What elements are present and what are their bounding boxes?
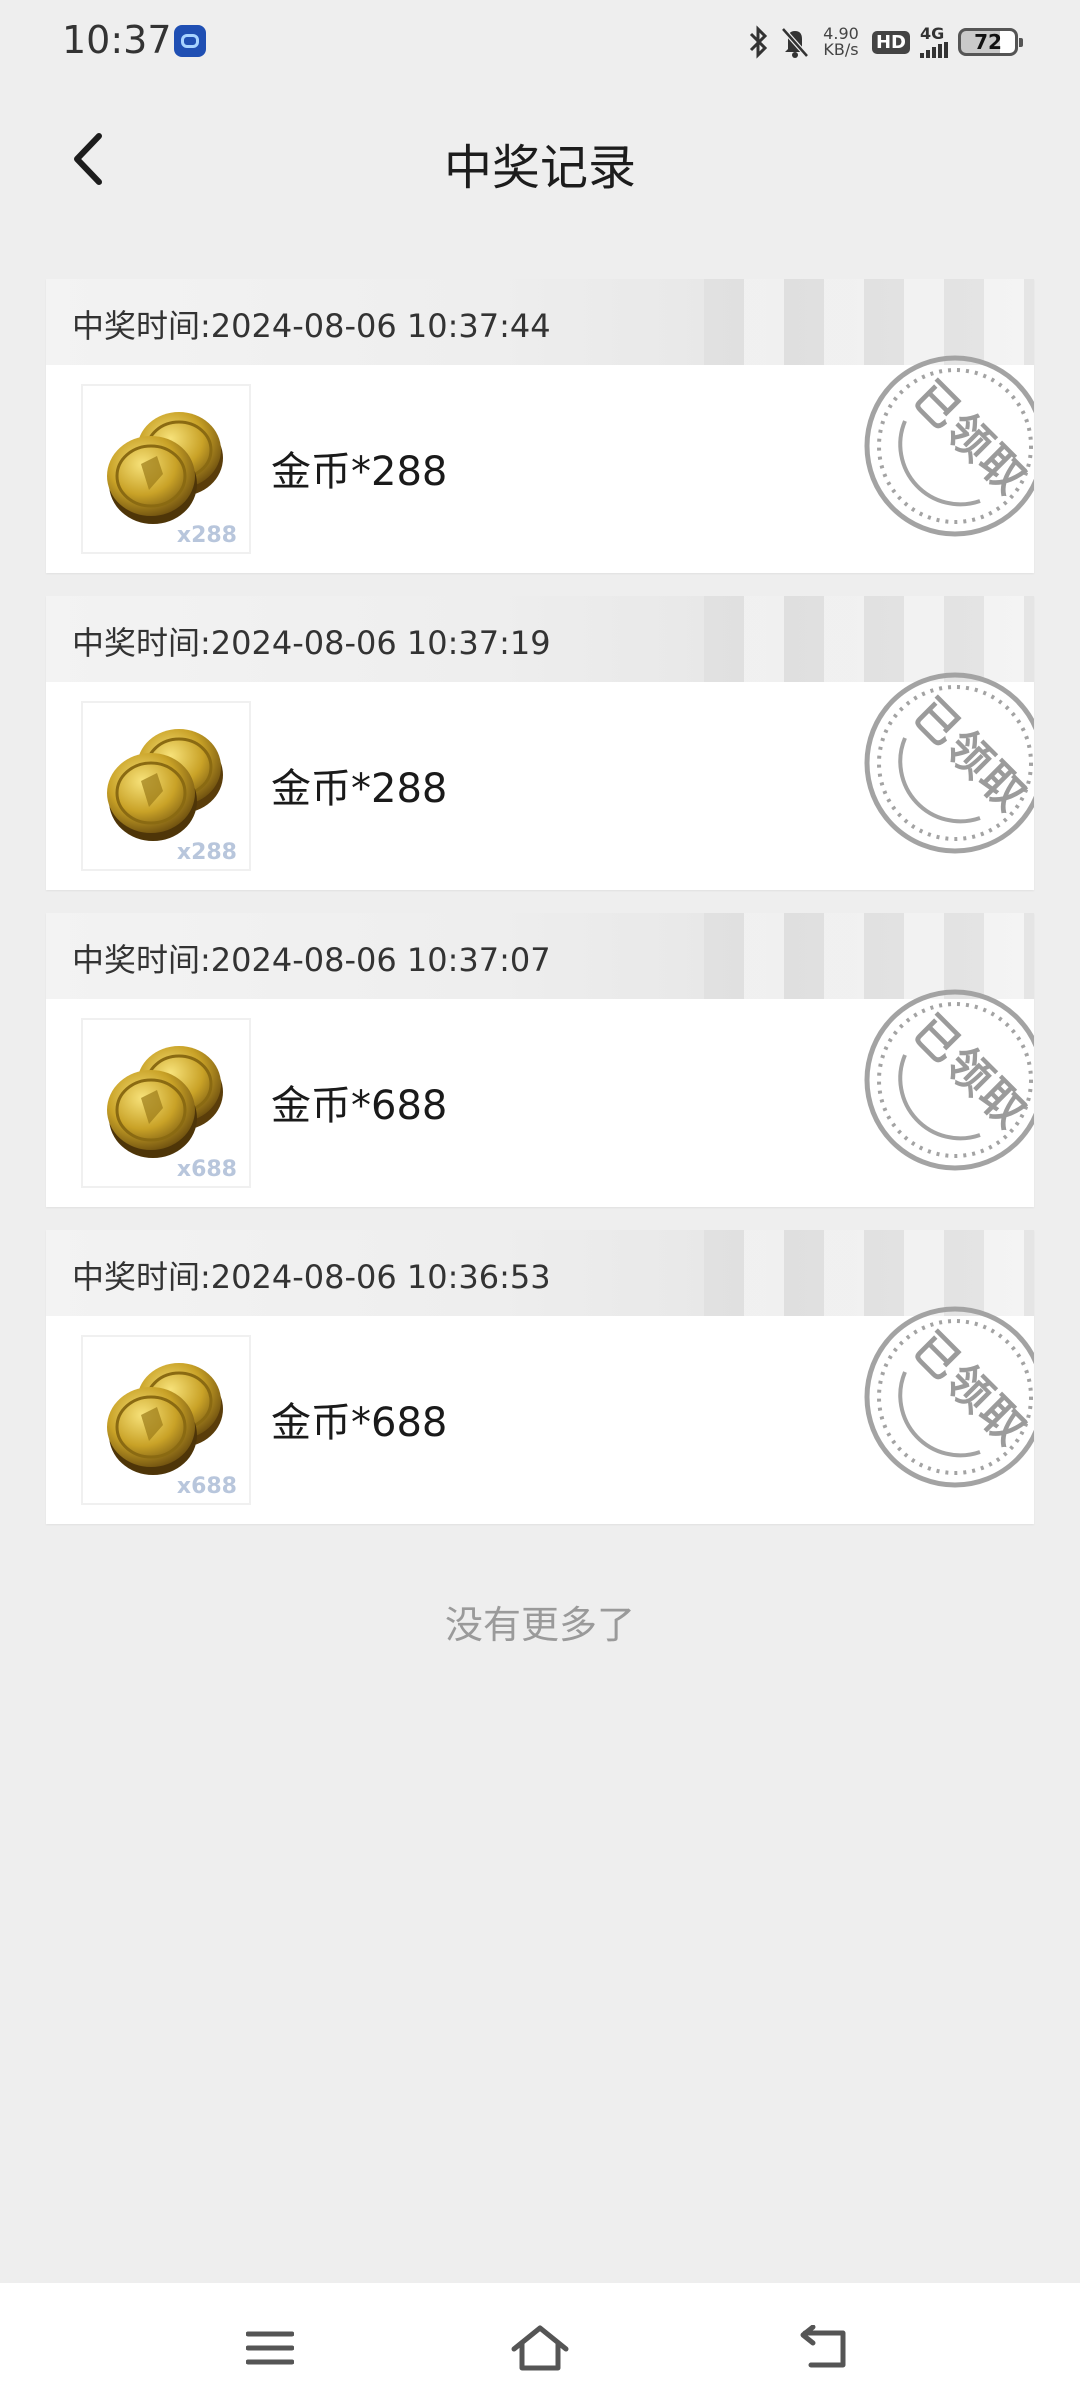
network-speed: 4.90 KB/s — [823, 24, 859, 59]
status-bar: 10:37 4.90 KB/s HD 4G 72 — [0, 0, 1080, 84]
prize-name: 金币*688 — [271, 1083, 448, 1129]
menu-button[interactable] — [230, 2313, 310, 2383]
prize-count: x688 — [176, 1157, 237, 1182]
back-icon — [800, 2325, 846, 2368]
prize-record-list: 中奖时间:2024-08-06 10:37:44 x288 金币*288 已领取… — [46, 279, 1034, 1547]
prize-count: x288 — [176, 523, 237, 548]
status-indicators: 4.90 KB/s HD 4G 72 — [748, 20, 1023, 64]
record-time: 中奖时间:2024-08-06 10:37:07 — [72, 941, 551, 979]
claimed-stamp: 已领取 — [860, 668, 1034, 858]
prize-count: x688 — [176, 1474, 237, 1499]
prize-count: x288 — [176, 840, 237, 865]
battery-icon: 72 — [958, 28, 1023, 56]
prize-thumbnail: x288 — [81, 384, 251, 554]
status-time: 10:37 — [62, 18, 172, 62]
claimed-stamp: 已领取 — [860, 985, 1034, 1175]
hd-badge: HD — [871, 30, 910, 54]
bluetooth-icon — [749, 25, 768, 59]
prize-name: 金币*688 — [271, 1400, 448, 1446]
prize-thumbnail: x688 — [81, 1018, 251, 1188]
system-nav-bar — [0, 2283, 1080, 2408]
prize-record-card: 中奖时间:2024-08-06 10:37:44 x288 金币*288 已领取 — [46, 279, 1034, 573]
prize-name: 金币*288 — [271, 449, 448, 495]
no-more-text: 没有更多了 — [444, 1603, 635, 1647]
record-time: 中奖时间:2024-08-06 10:37:44 — [72, 307, 551, 345]
prize-thumbnail: x288 — [81, 701, 251, 871]
prize-record-card: 中奖时间:2024-08-06 10:36:53 x688 金币*688 已领取 — [46, 1230, 1034, 1524]
prize-name: 金币*288 — [271, 766, 448, 812]
mute-icon — [781, 27, 809, 58]
app-icon — [174, 25, 206, 57]
nav-back-button[interactable] — [785, 2313, 865, 2383]
claimed-stamp: 已领取 — [860, 1302, 1034, 1492]
prize-record-card: 中奖时间:2024-08-06 10:37:07 x688 金币*688 已领取 — [46, 913, 1034, 1207]
record-time: 中奖时间:2024-08-06 10:36:53 — [72, 1258, 551, 1296]
prize-thumbnail: x688 — [81, 1335, 251, 1505]
home-button[interactable] — [500, 2313, 580, 2383]
signal-icon: 4G — [920, 26, 948, 58]
page-title: 中奖记录 — [443, 140, 636, 196]
page-header: 中奖记录 — [0, 84, 1080, 234]
claimed-stamp: 已领取 — [860, 351, 1034, 541]
menu-icon — [246, 2331, 294, 2365]
home-icon — [511, 2325, 569, 2371]
record-time: 中奖时间:2024-08-06 10:37:19 — [72, 624, 551, 662]
prize-record-card: 中奖时间:2024-08-06 10:37:19 x288 金币*288 已领取 — [46, 596, 1034, 890]
